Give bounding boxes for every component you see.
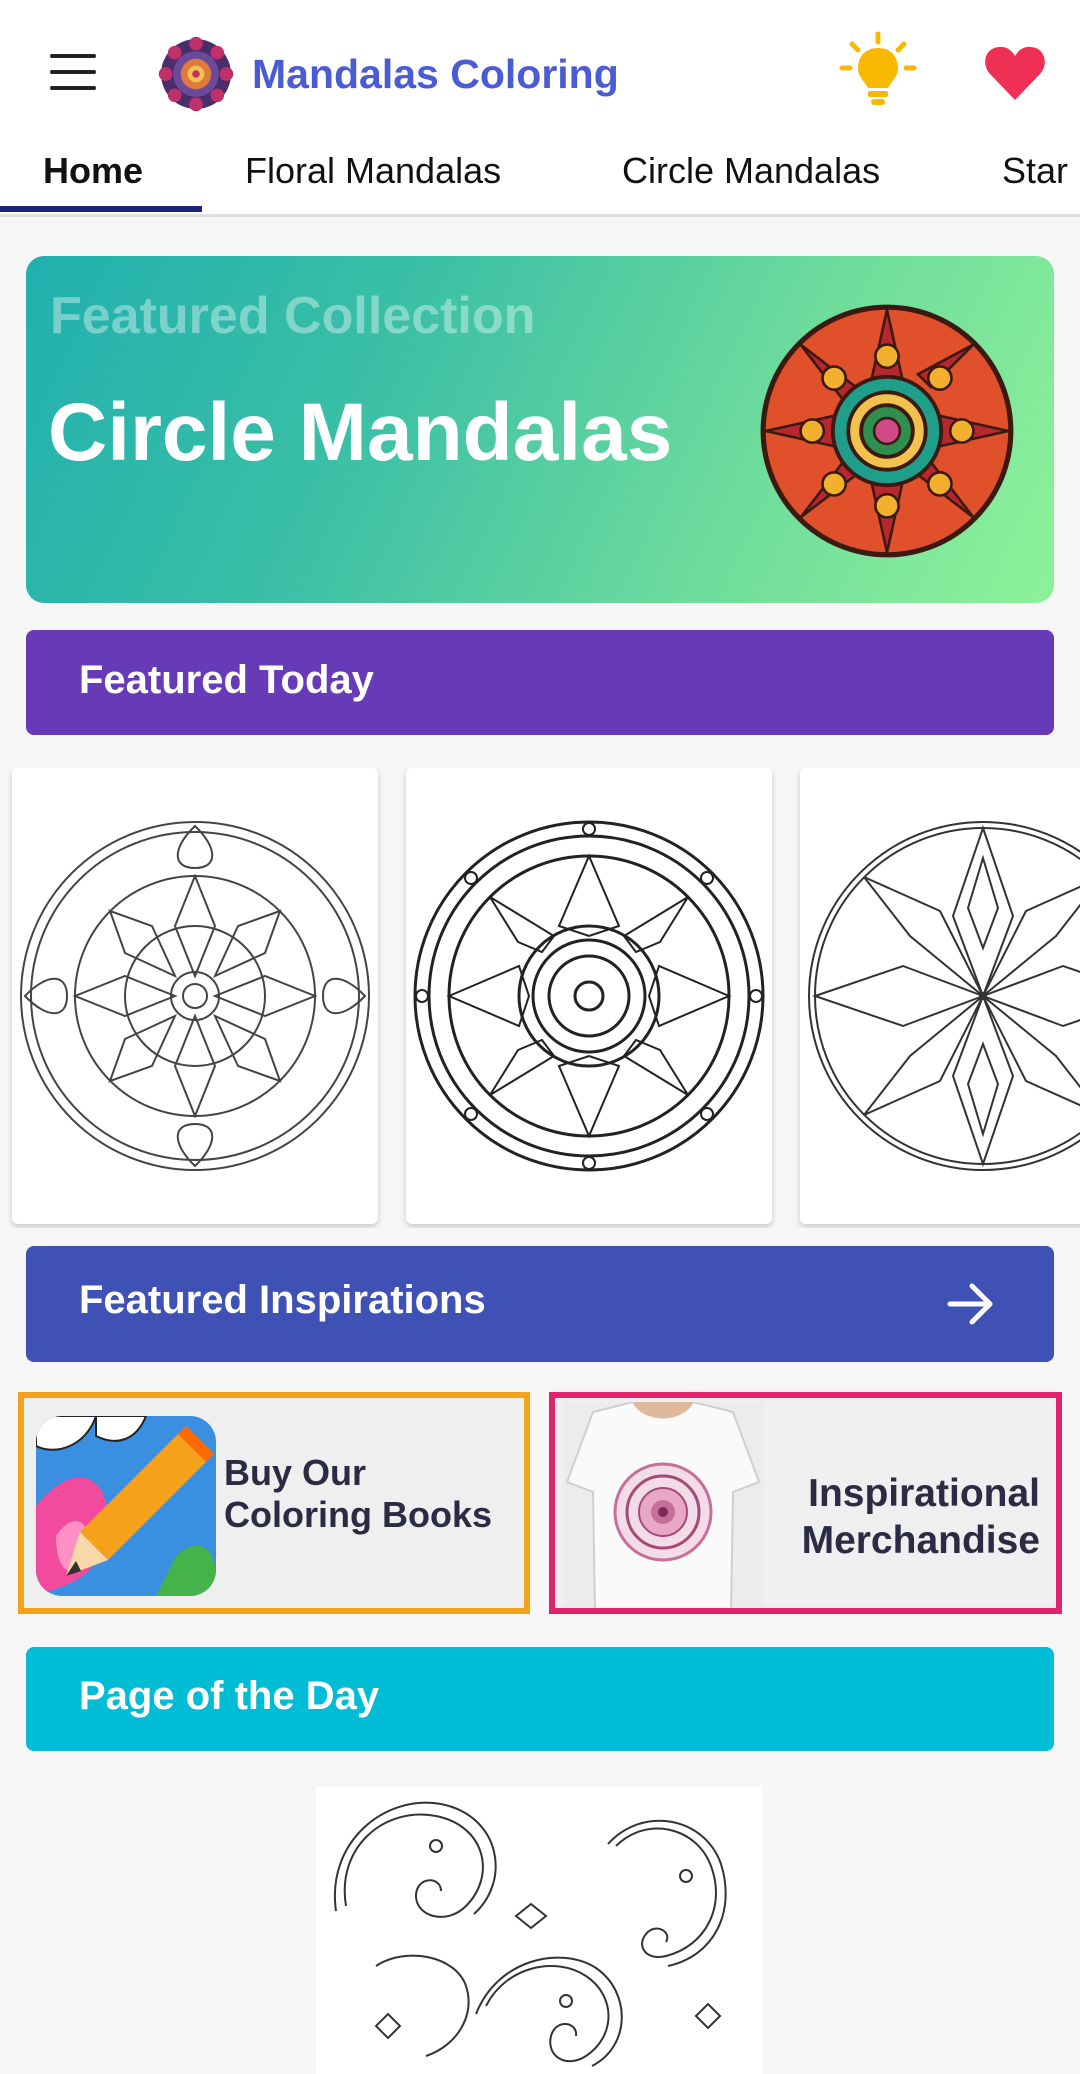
featured-collection-banner[interactable]: Featured Collection Circle Mandalas bbox=[26, 256, 1054, 603]
tab-star[interactable]: Star bbox=[1002, 148, 1068, 214]
lightbulb-icon[interactable] bbox=[838, 30, 918, 110]
app-title: Mandalas Coloring bbox=[252, 51, 619, 97]
inspirational-merchandise-tile[interactable]: Inspirational Merchandise bbox=[549, 1392, 1062, 1614]
mandala-logo-icon bbox=[158, 36, 234, 112]
mandala-line-art-image bbox=[413, 820, 765, 1172]
buy-coloring-books-text: Buy Our Coloring Books bbox=[224, 1452, 492, 1535]
app-bar: Mandalas Coloring bbox=[0, 0, 1080, 148]
heart-icon[interactable] bbox=[982, 40, 1048, 106]
mandala-card[interactable] bbox=[406, 768, 772, 1224]
category-tabs: Home Floral Mandalas Circle Mandalas Sta… bbox=[0, 148, 1080, 217]
tab-circle-mandalas[interactable]: Circle Mandalas bbox=[622, 148, 880, 214]
menu-icon[interactable] bbox=[44, 50, 104, 94]
tab-floral-mandalas[interactable]: Floral Mandalas bbox=[245, 148, 501, 214]
featured-today-header: Featured Today bbox=[26, 630, 1054, 735]
tshirt-mandala-image bbox=[563, 1402, 763, 1608]
featured-inspirations-header[interactable]: Featured Inspirations bbox=[26, 1246, 1054, 1362]
buy-coloring-books-tile[interactable]: Buy Our Coloring Books bbox=[18, 1392, 530, 1614]
mandala-card[interactable] bbox=[12, 768, 378, 1224]
mandala-card[interactable] bbox=[800, 768, 1080, 1224]
page-of-the-day-card[interactable] bbox=[316, 1786, 762, 2074]
featured-today-carousel[interactable] bbox=[0, 768, 1080, 1228]
hero-title: Circle Mandalas bbox=[48, 387, 673, 478]
page-of-the-day-label: Page of the Day bbox=[79, 1674, 380, 1718]
inspirational-merchandise-text: Inspirational Merchandise bbox=[801, 1472, 1040, 1562]
active-tab-indicator bbox=[0, 206, 202, 212]
coloring-book-pencil-icon bbox=[36, 1416, 216, 1596]
paisley-line-art-image bbox=[333, 1801, 727, 2067]
mandala-line-art-image bbox=[20, 821, 370, 1171]
featured-today-label: Featured Today bbox=[79, 658, 374, 702]
hero-subtitle: Featured Collection bbox=[50, 287, 536, 345]
tab-home[interactable]: Home bbox=[43, 148, 143, 214]
colored-mandala-image bbox=[760, 304, 1014, 558]
page-of-the-day-header: Page of the Day bbox=[26, 1647, 1054, 1751]
featured-inspirations-label: Featured Inspirations bbox=[79, 1278, 486, 1322]
arrow-right-icon[interactable] bbox=[946, 1280, 996, 1328]
mandala-line-art-image bbox=[808, 821, 1080, 1171]
